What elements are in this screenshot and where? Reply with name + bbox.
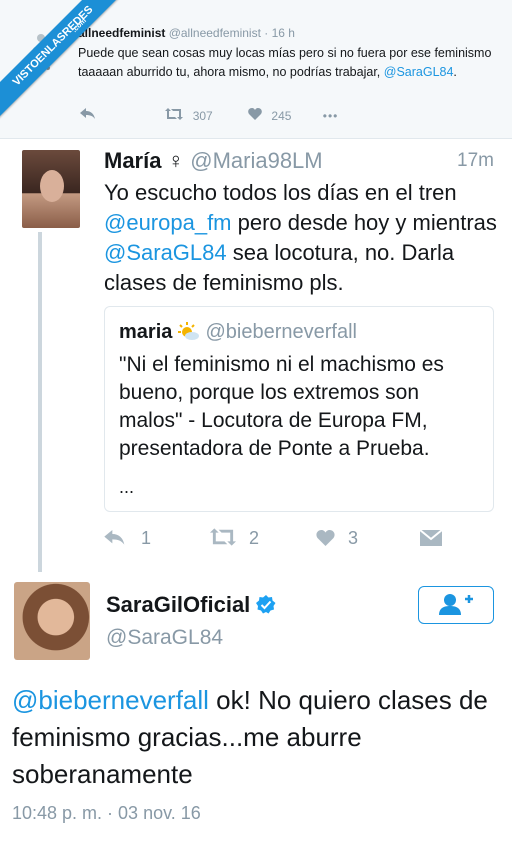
- thread-line: [38, 232, 42, 572]
- reply-count: 1: [141, 528, 152, 548]
- like-count: 245: [271, 108, 292, 123]
- retweet-button[interactable]: 2: [210, 528, 259, 549]
- retweet-count: 2: [249, 528, 260, 548]
- reply-icon: [104, 530, 125, 545]
- quoted-author-handle: @bieberneverfall: [205, 321, 358, 343]
- like-button[interactable]: 3: [316, 528, 358, 549]
- like-count: 3: [348, 528, 359, 548]
- tweet-timestamp[interactable]: 10:48 p. m. · 03 nov. 16: [12, 803, 201, 824]
- mention-link[interactable]: @europa_fm: [104, 210, 232, 235]
- tweet-time[interactable]: 17m: [457, 150, 494, 172]
- quoted-author-name: maria: [119, 321, 173, 343]
- author-name[interactable]: SaraGilOficial: [106, 592, 250, 617]
- author-handle[interactable]: @Maria98LM: [190, 148, 322, 173]
- tweet-text: @bieberneverfall ok! No quiero clases de…: [12, 685, 488, 789]
- author-handle[interactable]: @allneedfeminist: [169, 26, 261, 40]
- sun-emoji-icon: [177, 322, 199, 340]
- avatar[interactable]: [14, 582, 90, 660]
- tweet-text: Yo escucho todos los días en el tren @eu…: [104, 180, 497, 295]
- like-icon: [316, 530, 335, 546]
- mention-link[interactable]: @bieberneverfall: [12, 685, 209, 715]
- gender-symbol: ♀: [167, 148, 185, 173]
- mention-link[interactable]: @SaraGL84: [104, 240, 227, 265]
- watermark: VISTOENLASREDES .com: [0, 0, 150, 150]
- retweet-icon: [210, 528, 236, 546]
- retweet-count: 307: [192, 108, 213, 123]
- add-user-icon: [439, 594, 473, 615]
- retweet-icon[interactable]: [165, 108, 184, 123]
- tweet-time[interactable]: · 16 h: [264, 26, 295, 40]
- quoted-tweet[interactable]: maria @bieberneverfall "Ni el feminismo …: [104, 306, 494, 512]
- like-icon[interactable]: [248, 108, 262, 123]
- mention-link[interactable]: @SaraGL84: [384, 65, 454, 79]
- author-handle[interactable]: @SaraGL84: [106, 626, 223, 650]
- quoted-text: "Ni el feminismo ni el machismo es bueno…: [119, 353, 444, 460]
- envelope-icon: [419, 529, 443, 546]
- reply-button[interactable]: 1: [104, 528, 151, 549]
- verified-badge-icon: [256, 595, 276, 614]
- more-icon[interactable]: •••: [323, 109, 339, 123]
- message-button[interactable]: [419, 528, 443, 549]
- avatar[interactable]: [22, 150, 80, 228]
- quoted-ellipsis: ...: [119, 477, 135, 497]
- tweet-header: María ♀ @Maria98LM: [104, 148, 323, 174]
- author-name[interactable]: María: [104, 148, 161, 173]
- follow-button[interactable]: [418, 586, 494, 624]
